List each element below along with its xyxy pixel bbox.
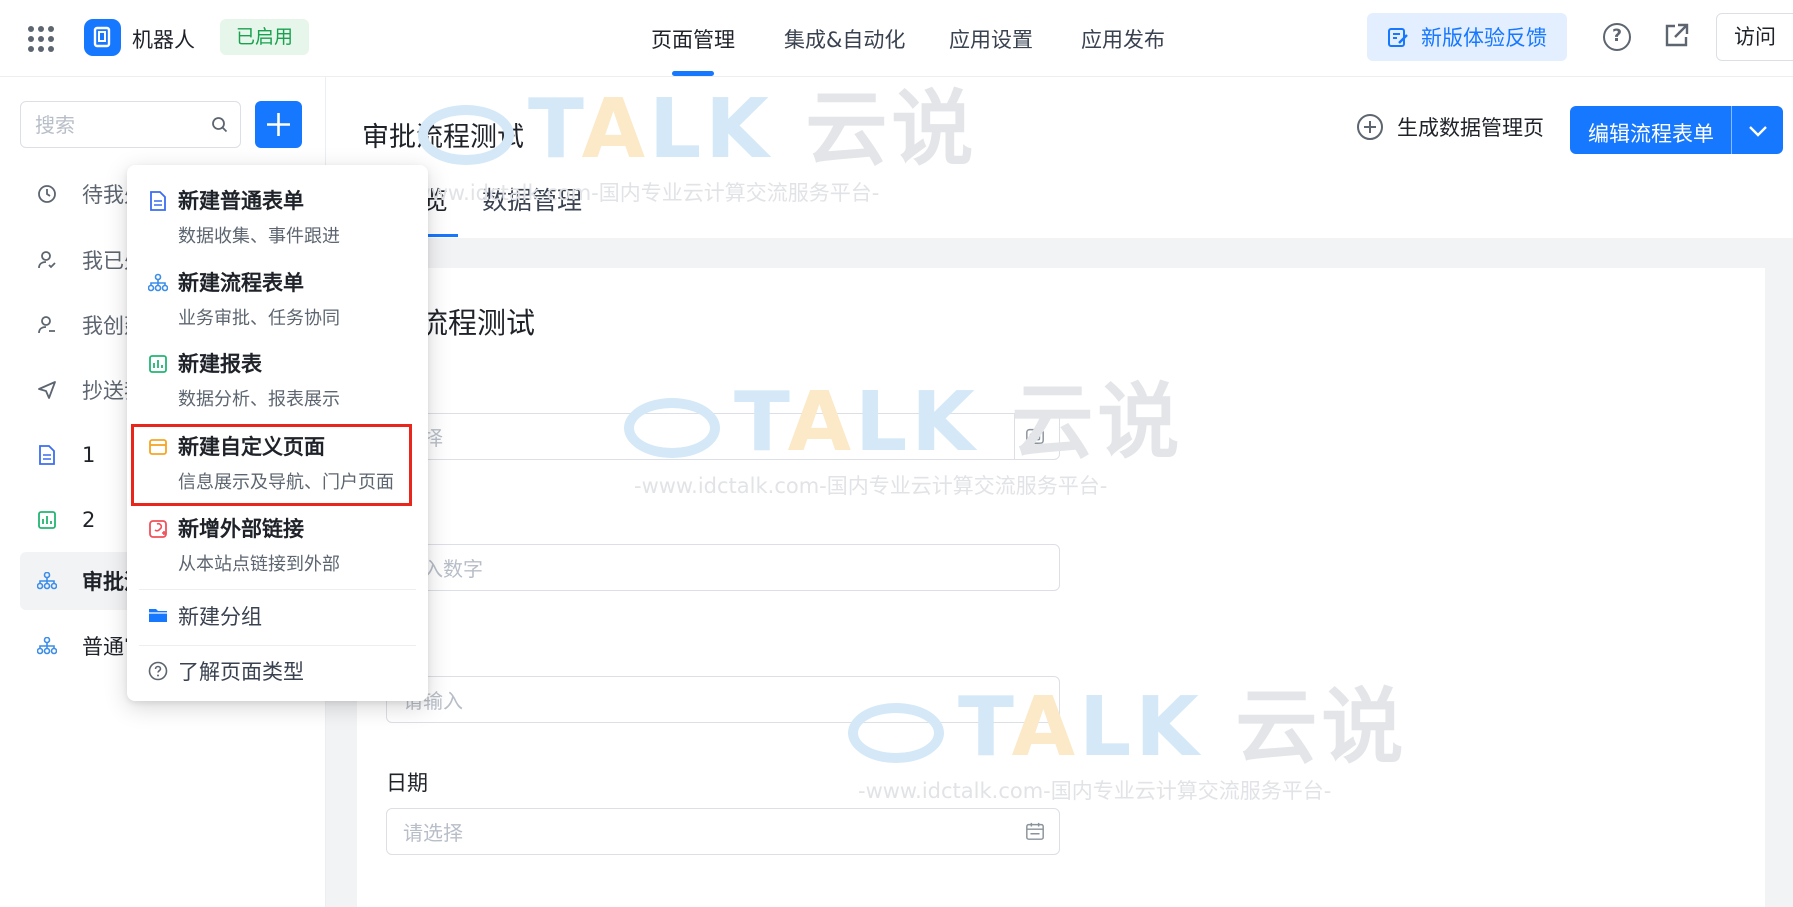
new-report-item[interactable]: 新建报表 数据分析、报表展示 <box>127 348 428 414</box>
edit-flow-form-button[interactable]: 编辑流程表单 <box>1570 106 1783 154</box>
new-normal-form-item[interactable]: 新建普通表单 数据收集、事件跟进 <box>127 185 428 251</box>
field-divider <box>1014 414 1015 459</box>
menu-item-desc: 数据收集、事件跟进 <box>178 226 340 247</box>
new-group-item[interactable]: 新建分组 <box>127 595 428 635</box>
calendar-icon[interactable] <box>1025 821 1045 841</box>
folder-icon <box>149 609 167 622</box>
menu-divider <box>139 589 416 590</box>
page-title: 审批流程测试 <box>362 122 524 153</box>
open-external-icon[interactable] <box>1662 22 1690 50</box>
menu-item-title: 新建流程表单 <box>178 271 304 295</box>
send-icon <box>36 379 58 401</box>
add-page-button[interactable] <box>255 101 302 148</box>
generate-data-page-button[interactable]: 生成数据管理页 <box>1357 112 1544 142</box>
menu-item-desc: 业务审批、任务协同 <box>178 308 340 329</box>
new-flow-form-item[interactable]: 新建流程表单 业务审批、任务协同 <box>127 267 428 333</box>
app-logo-icon <box>84 19 121 56</box>
chevron-down-icon[interactable] <box>1747 120 1769 142</box>
search-icon <box>212 117 228 133</box>
edit-icon <box>1388 28 1408 47</box>
menu-item-title: 新建分组 <box>178 605 262 629</box>
select-field[interactable] <box>386 413 1060 460</box>
user-check-icon <box>36 249 58 271</box>
tab-app-publish[interactable]: 应用发布 <box>1081 24 1165 54</box>
menu-item-desc: 从本站点链接到外部 <box>178 554 340 575</box>
question-icon <box>148 661 168 681</box>
select-input[interactable] <box>401 425 965 451</box>
menu-item-title: 了解页面类型 <box>178 660 304 684</box>
plus-circle-icon <box>1357 114 1383 140</box>
report-icon <box>36 509 58 531</box>
plus-icon <box>267 113 290 136</box>
clock-icon <box>36 183 58 205</box>
sidebar-item-label: 2 <box>82 508 96 532</box>
report-icon <box>149 355 167 373</box>
app-grid-icon[interactable] <box>28 26 54 52</box>
flow-icon <box>36 635 58 657</box>
date-label: 日期 <box>386 771 428 795</box>
menu-item-title: 新增外部链接 <box>178 517 304 541</box>
date-input[interactable] <box>401 820 965 846</box>
menu-item-desc: 数据分析、报表展示 <box>178 389 340 410</box>
menu-item-title: 新建报表 <box>178 352 262 376</box>
sidebar-item-label: 1 <box>82 443 96 467</box>
feedback-label: 新版体验反馈 <box>1421 26 1547 50</box>
search-input[interactable] <box>33 112 197 138</box>
menu-item-title: 新建普通表单 <box>178 189 304 213</box>
cost-input[interactable] <box>401 556 965 582</box>
highlight-box <box>131 424 412 506</box>
app-name: 机器人 <box>132 28 195 52</box>
document-icon <box>36 444 58 466</box>
active-tab-indicator <box>672 71 714 76</box>
tab-integration-automation[interactable]: 集成&自动化 <box>784 24 905 54</box>
flow-icon <box>148 273 168 292</box>
menu-divider <box>139 645 416 646</box>
tab-data-management[interactable]: 数据管理 <box>482 181 582 217</box>
status-badge: 已启用 <box>220 19 310 55</box>
cost-field[interactable] <box>386 544 1060 591</box>
help-icon[interactable]: ? <box>1603 23 1631 51</box>
date-field[interactable] <box>386 808 1060 855</box>
tab-app-settings[interactable]: 应用设置 <box>949 24 1033 54</box>
feedback-button[interactable]: 新版体验反馈 <box>1367 13 1567 61</box>
text-input[interactable] <box>401 688 965 714</box>
text-field[interactable] <box>386 676 1060 723</box>
flow-icon <box>36 570 58 592</box>
visit-button[interactable]: 访问 <box>1716 13 1793 61</box>
select-icon[interactable] <box>1025 426 1045 446</box>
learn-page-types-item[interactable]: 了解页面类型 <box>127 650 428 690</box>
form-icon <box>150 191 166 211</box>
user-icon <box>36 314 58 336</box>
new-external-link-item[interactable]: 新增外部链接 从本站点链接到外部 <box>127 513 428 579</box>
tab-page-management[interactable]: 页面管理 <box>651 24 735 54</box>
search-box[interactable] <box>20 101 241 148</box>
generate-label: 生成数据管理页 <box>1397 116 1544 140</box>
button-divider <box>1731 106 1732 154</box>
edit-label: 编辑流程表单 <box>1588 122 1714 146</box>
external-link-icon <box>149 520 167 538</box>
